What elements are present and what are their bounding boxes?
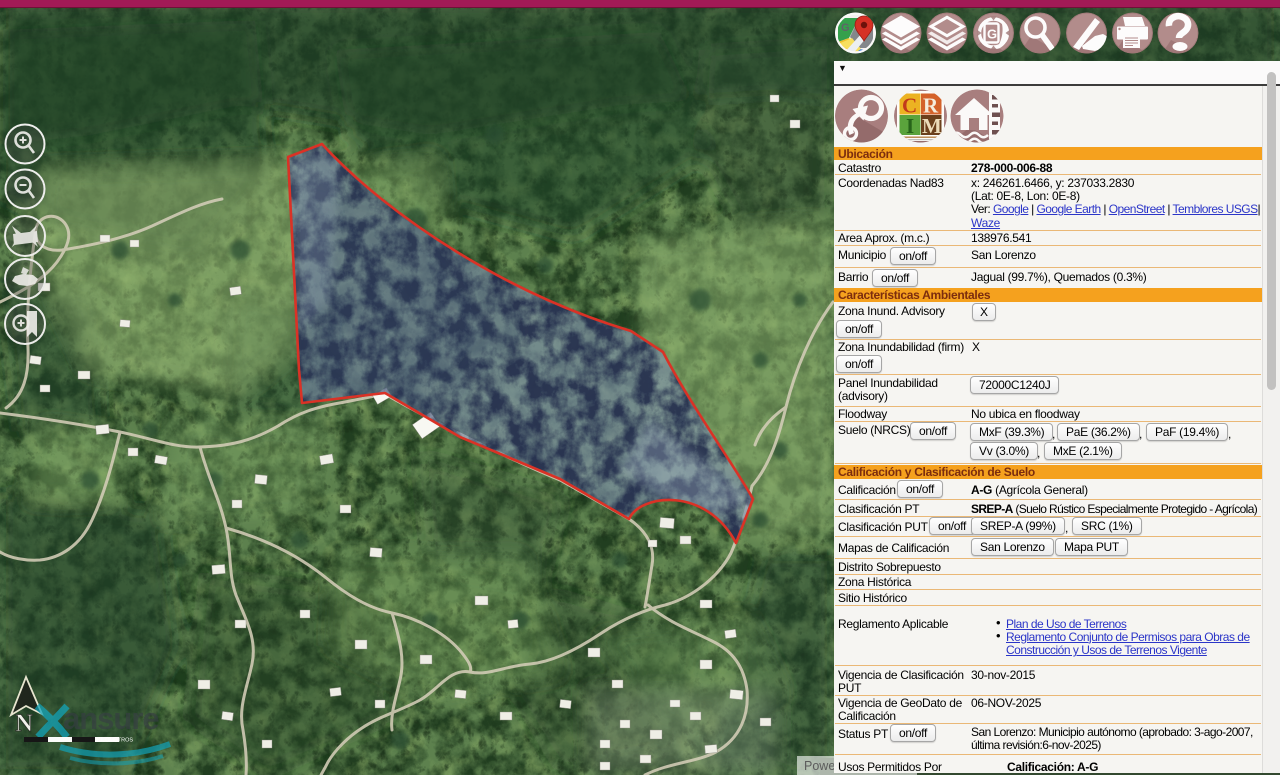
svg-text:M: M [922,114,942,138]
svg-text:G: G [841,22,850,34]
svg-text:G: G [987,27,997,42]
svg-text:KILOMETROS: KILOMETROS [97,738,133,744]
svg-text:ansure: ansure [63,701,159,736]
svg-text:N: N [15,710,33,737]
svg-text:I: I [906,114,914,138]
